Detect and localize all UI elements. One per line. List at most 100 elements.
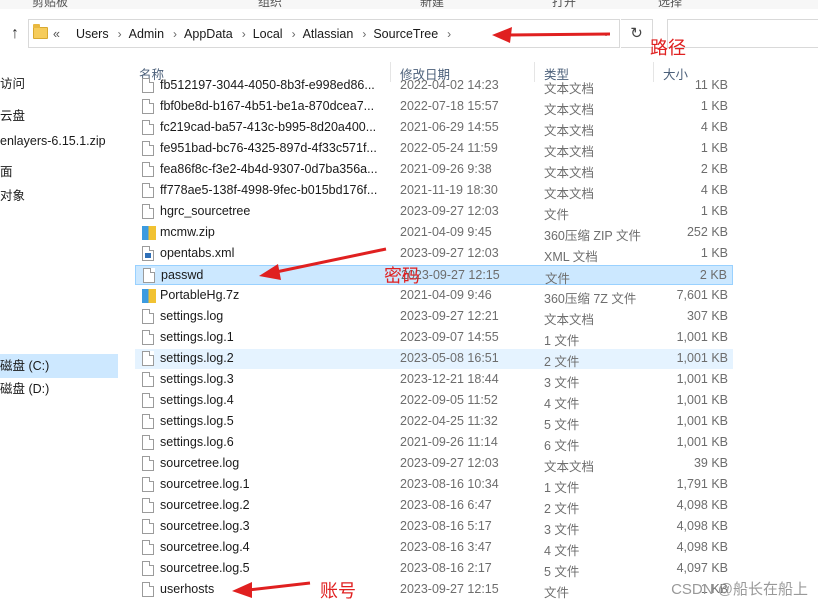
file-type: 1 文件 xyxy=(544,481,580,495)
file-row[interactable]: mcmw.zip 2021-04-09 9:45 360压缩 ZIP 文件 252 K… xyxy=(135,223,733,243)
annotation-account-label: 账号 xyxy=(320,581,356,601)
search-input[interactable] xyxy=(667,19,818,48)
file-type: 6 文件 xyxy=(544,439,580,453)
file-row[interactable]: passwd 2023-09-27 12:15 文件 2 KB xyxy=(135,265,733,286)
file-row[interactable]: fbf0be8d-b167-4b51-be1a-870dcea7... 2022-… xyxy=(135,97,733,117)
file-size: 1 KB xyxy=(700,99,728,113)
ribbon-label: 选择 xyxy=(658,0,683,9)
file-row[interactable]: sourcetree.log.3 2023-08-16 5:17 3 文件 4,098… xyxy=(135,517,733,537)
file-row[interactable]: ff778ae5-138f-4998-9fec-b015bd176f... 202… xyxy=(135,181,733,201)
file-row[interactable]: settings.log 2023-09-27 12:21 文本文档 307 KB xyxy=(135,307,733,327)
chevron-right-icon[interactable]: › xyxy=(362,27,366,41)
file-size: 1,001 KB xyxy=(676,414,728,428)
file-size: 7,601 KB xyxy=(676,288,728,302)
file-type: 文本文档 xyxy=(544,166,595,180)
file-row[interactable]: settings.log.1 2023-09-07 14:55 1 文件 1,001 … xyxy=(135,328,733,348)
chevron-right-icon[interactable]: › xyxy=(447,27,451,41)
file-type: 文件 xyxy=(544,586,570,600)
file-name: fea86f8c-f3e2-4b4d-9307-0d7ba356a... xyxy=(160,162,378,176)
file-row[interactable]: userhosts 2023-09-27 12:15 文件 1 KB xyxy=(135,580,733,600)
file-row[interactable]: PortableHg.7z 2021-04-09 9:46 360压缩 7Z 文件 7… xyxy=(135,286,733,306)
file-row[interactable]: sourcetree.log 2023-09-27 12:03 文本文档 39 KB xyxy=(135,454,733,474)
file-row[interactable]: sourcetree.log.4 2023-08-16 3:47 4 文件 4,098… xyxy=(135,538,733,558)
breadcrumb-segment[interactable]: Users xyxy=(76,27,109,41)
breadcrumb-segment[interactable]: Local xyxy=(253,27,283,41)
breadcrumb-segment[interactable]: Atlassian xyxy=(303,27,354,41)
file-row[interactable]: fea86f8c-f3e2-4b4d-9307-0d7ba356a... 2021… xyxy=(135,160,733,180)
file-row[interactable]: settings.log.4 2022-09-05 11:52 4 文件 1,001 … xyxy=(135,391,733,411)
file-icon xyxy=(142,519,154,534)
breadcrumb: « Users › Admin › AppData › Local › Atla… xyxy=(53,26,458,42)
file-date: 2023-08-16 5:17 xyxy=(400,519,492,533)
file-size: 1,001 KB xyxy=(676,330,728,344)
chevron-right-icon[interactable]: › xyxy=(118,27,122,41)
file-size: 252 KB xyxy=(686,225,728,239)
file-date: 2023-08-16 2:17 xyxy=(400,561,492,575)
file-icon xyxy=(142,393,154,408)
nav-item[interactable]: 面 xyxy=(0,162,13,182)
nav-item-d-drive[interactable]: 磁盘 (D:) xyxy=(0,379,49,399)
ribbon-label: 剪贴板 xyxy=(32,0,69,9)
chevron-right-icon[interactable]: › xyxy=(242,27,246,41)
file-date: 2022-07-18 15:57 xyxy=(400,99,499,113)
file-size: 1,791 KB xyxy=(676,477,728,491)
file-row[interactable]: opentabs.xml 2023-09-27 12:03 XML 文档 1 KB xyxy=(135,244,733,264)
file-date: 2021-09-26 9:38 xyxy=(400,162,492,176)
file-name: settings.log.6 xyxy=(160,435,234,449)
file-row[interactable]: settings.log.5 2022-04-25 11:32 5 文件 1,001 … xyxy=(135,412,733,432)
xml-file-icon xyxy=(142,246,154,261)
file-row[interactable]: settings.log.6 2021-09-26 11:14 6 文件 1,001 … xyxy=(135,433,733,453)
file-icon xyxy=(142,540,154,555)
file-icon xyxy=(142,582,154,597)
file-row[interactable]: fc219cad-ba57-413c-b995-8d20a400... 2021-… xyxy=(135,118,733,138)
chevron-right-icon[interactable]: › xyxy=(292,27,296,41)
file-row[interactable]: fe951bad-bc76-4325-897d-4f33c571f... 2022… xyxy=(135,139,733,159)
folder-icon xyxy=(33,24,48,39)
nav-item[interactable]: enlayers-6.15.1.zip xyxy=(0,131,106,151)
ribbon-label: 打开 xyxy=(552,0,577,9)
nav-item[interactable]: 对象 xyxy=(0,186,25,206)
file-icon xyxy=(142,99,154,114)
file-type: 2 文件 xyxy=(544,355,580,369)
file-date: 2023-08-16 3:47 xyxy=(400,540,492,554)
refresh-icon[interactable]: ↻ xyxy=(621,19,653,48)
file-row[interactable]: settings.log.2 2023-05-08 16:51 2 文件 1,001 … xyxy=(135,349,733,369)
nav-item[interactable]: 云盘 xyxy=(0,106,25,126)
breadcrumb-segment[interactable]: AppData xyxy=(184,27,233,41)
file-row[interactable]: settings.log.3 2023-12-21 18:44 3 文件 1,001 … xyxy=(135,370,733,390)
file-row[interactable]: hgrc_sourcetree 2023-09-27 12:03 文件 1 KB xyxy=(135,202,733,222)
file-icon xyxy=(142,120,154,135)
ribbon-label: 新建 xyxy=(420,0,445,9)
file-date: 2022-04-25 11:32 xyxy=(400,414,498,428)
file-icon xyxy=(142,162,154,177)
file-icon xyxy=(142,477,154,492)
file-row[interactable]: sourcetree.log.2 2023-08-16 6:47 2 文件 4,098… xyxy=(135,496,733,516)
breadcrumb-segment[interactable]: SourceTree xyxy=(373,27,438,41)
file-date: 2022-04-02 14:23 xyxy=(400,78,499,92)
nav-item-c-drive[interactable]: 磁盘 (C:) xyxy=(0,354,118,378)
nav-item[interactable]: 访问 xyxy=(0,74,25,94)
file-row[interactable]: fb512197-3044-4050-8b3f-e998ed86... 2022-… xyxy=(135,76,733,96)
file-date: 2023-05-08 16:51 xyxy=(400,351,499,365)
file-name: ff778ae5-138f-4998-9fec-b015bd176f... xyxy=(160,183,378,197)
up-arrow-icon[interactable]: ↑ xyxy=(6,24,24,44)
file-type: 4 文件 xyxy=(544,544,580,558)
file-name: settings.log xyxy=(160,309,224,323)
file-row[interactable]: sourcetree.log.1 2023-08-16 10:34 1 文件 1,79… xyxy=(135,475,733,495)
file-size: 4 KB xyxy=(700,183,728,197)
ribbon-group-labels: 剪贴板 组织 新建 打开 选择 xyxy=(0,0,818,9)
file-type: 360压缩 7Z 文件 xyxy=(544,292,637,306)
file-name: fc219cad-ba57-413c-b995-8d20a400... xyxy=(160,120,377,134)
breadcrumb-segment[interactable]: Admin xyxy=(129,27,164,41)
file-date: 2023-09-27 12:03 xyxy=(400,246,499,260)
file-row[interactable]: sourcetree.log.5 2023-08-16 2:17 5 文件 4,097… xyxy=(135,559,733,579)
file-size: 2 KB xyxy=(700,162,728,176)
file-size: 2 KB xyxy=(699,268,727,282)
file-type: 文本文档 xyxy=(544,82,595,96)
chevron-right-icon[interactable]: › xyxy=(173,27,177,41)
breadcrumb-overflow[interactable]: « xyxy=(53,27,60,41)
navigation-pane: 访问 云盘 enlayers-6.15.1.zip 面 对象 磁盘 (C:) 磁… xyxy=(0,56,119,609)
file-icon xyxy=(142,561,154,576)
file-name: fbf0be8d-b167-4b51-be1a-870dcea7... xyxy=(160,99,375,113)
file-type: 2 文件 xyxy=(544,502,580,516)
